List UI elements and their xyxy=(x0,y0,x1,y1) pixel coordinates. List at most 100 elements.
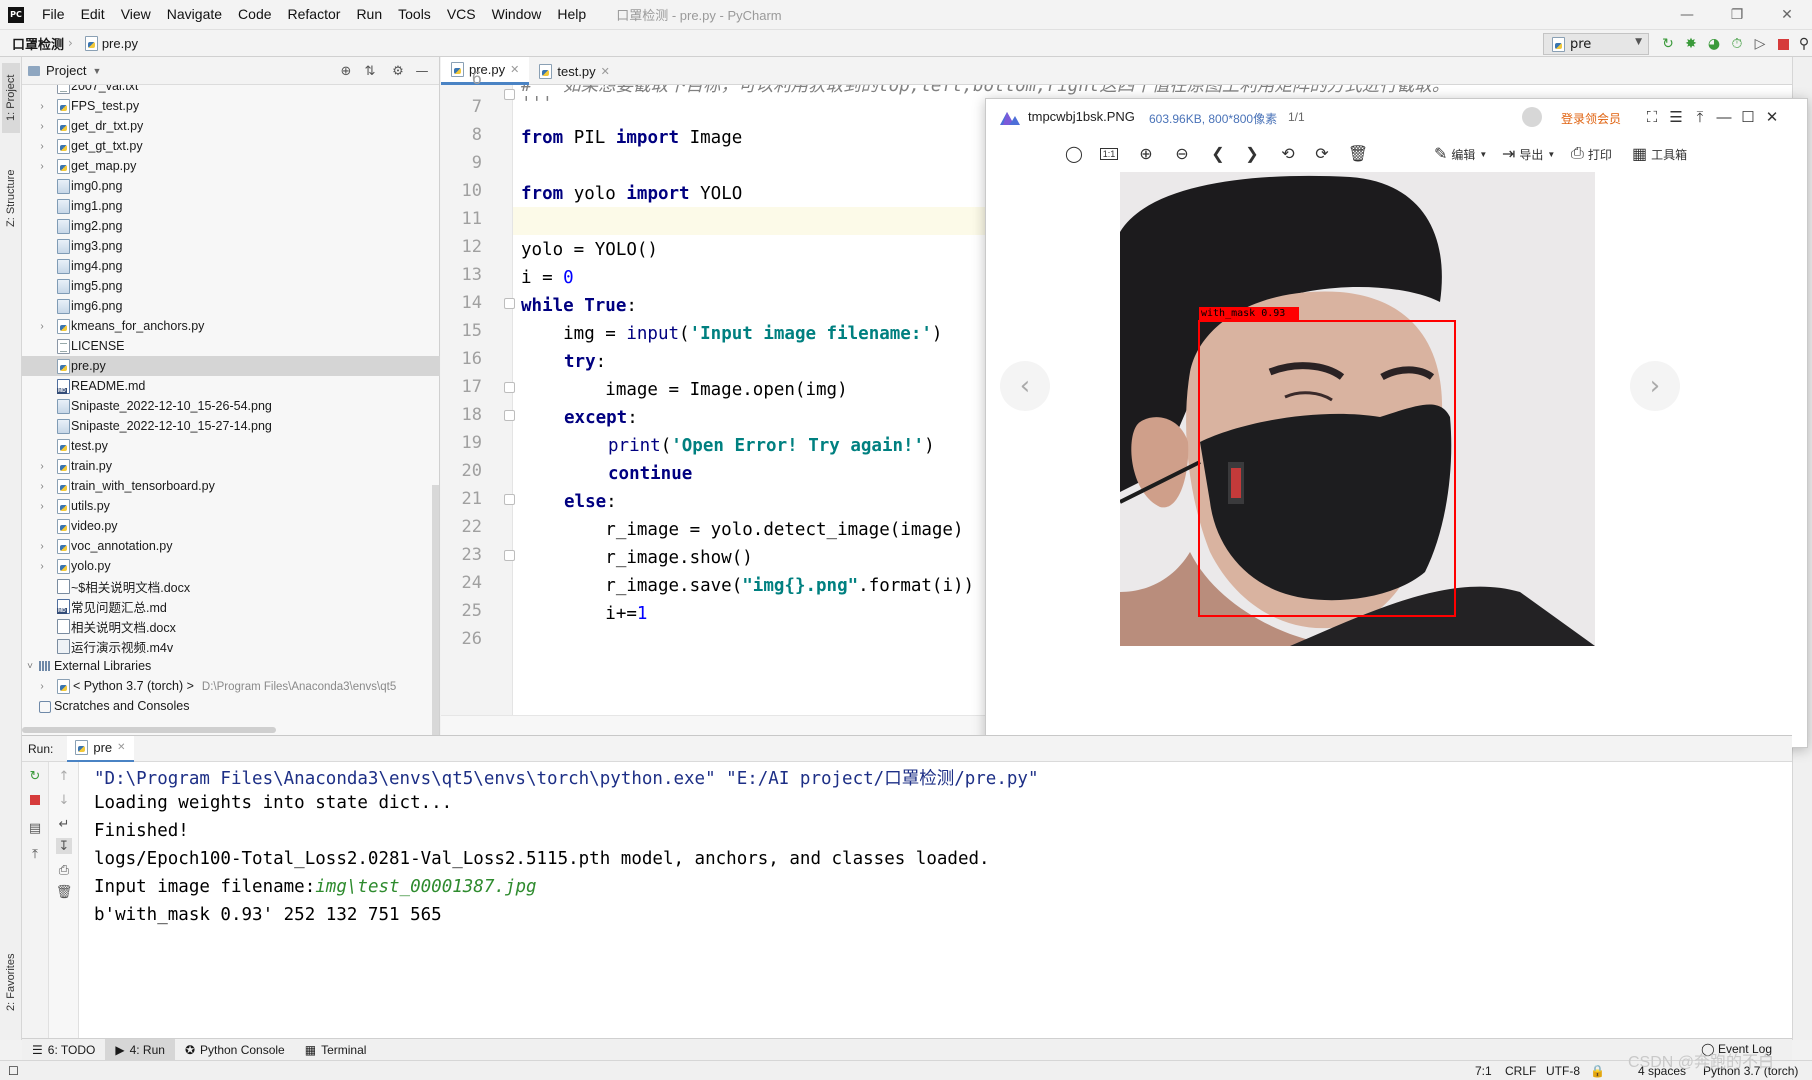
tree-item[interactable]: › train_with_tensorboard.py xyxy=(22,476,440,496)
menu-navigate[interactable]: Navigate xyxy=(159,0,230,29)
viewer-file-meta[interactable]: 603.96KB, 800*800像素 xyxy=(1149,110,1277,127)
close-icon[interactable]: ✕ xyxy=(1762,107,1782,127)
chevron-right-icon[interactable]: › xyxy=(36,161,48,172)
close-tab-icon[interactable]: ✕ xyxy=(510,63,519,76)
menu-view[interactable]: View xyxy=(113,0,159,29)
rerun-icon[interactable]: ↻ xyxy=(27,768,43,784)
status-bar-toggle-icon[interactable]: ☐ xyxy=(8,1064,19,1078)
print-icon[interactable]: ⎙ xyxy=(56,862,72,878)
chevron-down-icon[interactable]: ▼ xyxy=(92,66,101,76)
tree-item[interactable]: img2.png xyxy=(22,216,440,236)
menu-refactor[interactable]: Refactor xyxy=(280,0,349,29)
tree-item[interactable]: › yolo.py xyxy=(22,556,440,576)
run-configuration-select[interactable]: pre ▼ xyxy=(1543,33,1649,55)
restore-window-icon[interactable]: ❐ xyxy=(1712,0,1762,29)
minimize-icon[interactable]: — xyxy=(1714,107,1734,127)
scroll-to-end-icon[interactable]: ↧ xyxy=(56,838,72,854)
chevron-icon[interactable]: ˅ xyxy=(24,661,36,672)
tree-item[interactable]: Snipaste_2022-12-10_15-26-54.png xyxy=(22,396,440,416)
collapse-all-icon[interactable]: ⇅ xyxy=(362,63,378,79)
tree-item-python-sdk[interactable]: › < Python 3.7 (torch) > D:\Program Files\… xyxy=(22,676,440,696)
tree-item[interactable]: › get_gt_txt.py xyxy=(22,136,440,156)
project-horizontal-scrollbar[interactable] xyxy=(22,727,276,733)
file-encoding[interactable]: UTF-8 xyxy=(1546,1064,1580,1078)
menu-file[interactable]: File xyxy=(34,0,73,29)
tool-tab-python-console[interactable]: ✪ Python Console xyxy=(175,1039,295,1061)
tree-item[interactable]: LICENSE xyxy=(22,336,440,356)
next-image-button[interactable]: › xyxy=(1630,361,1680,411)
menu-vcs[interactable]: VCS xyxy=(439,0,484,29)
run-with-coverage-icon[interactable]: ◕ xyxy=(1706,36,1722,52)
actual-size-icon[interactable]: 1:1 xyxy=(1098,144,1120,164)
project-vertical-scrollbar[interactable] xyxy=(432,485,439,735)
tree-item[interactable]: README.md xyxy=(22,376,440,396)
tree-item[interactable]: img5.png xyxy=(22,276,440,296)
lock-icon[interactable]: 🔒 xyxy=(1590,1064,1605,1078)
tree-item[interactable]: pre.py xyxy=(22,356,440,376)
chevron-right-icon[interactable]: › xyxy=(36,541,48,552)
tree-item[interactable]: test.py xyxy=(22,436,440,456)
tree-item[interactable]: 2007_val.txt xyxy=(22,85,440,96)
previous-image-button[interactable]: ‹ xyxy=(1000,361,1050,411)
zoom-in-icon[interactable]: ⊕ xyxy=(1136,144,1156,164)
menu-code[interactable]: Code xyxy=(230,0,279,29)
tree-item[interactable]: 相关说明文档.docx xyxy=(22,616,440,636)
rotate-left-icon[interactable]: ⟲ xyxy=(1278,144,1298,164)
arrow-down-icon[interactable]: ↓ xyxy=(56,792,72,808)
editor-tab-test-py[interactable]: test.py ✕ xyxy=(529,57,620,85)
previous-icon[interactable]: ❮ xyxy=(1208,144,1228,164)
pin-icon[interactable]: ⤒ xyxy=(1690,107,1710,127)
mouse-mode-icon[interactable]: ◯ xyxy=(1064,144,1084,164)
tree-item[interactable]: img6.png xyxy=(22,296,440,316)
maximize-icon[interactable]: ☐ xyxy=(1738,107,1758,127)
tree-item[interactable]: img1.png xyxy=(22,196,440,216)
menu-tools[interactable]: Tools xyxy=(390,0,439,29)
tree-item[interactable]: › FPS_test.py xyxy=(22,96,440,116)
search-icon[interactable]: ⚲ xyxy=(1796,36,1812,52)
trash-icon[interactable]: 🗑 xyxy=(56,884,73,900)
fullscreen-icon[interactable]: ⛶ xyxy=(1642,107,1662,127)
toolbox-button[interactable]: ▦ 工具箱 xyxy=(1632,144,1687,164)
tree-item[interactable]: › voc_annotation.py xyxy=(22,536,440,556)
menu-help[interactable]: Help xyxy=(549,0,594,29)
tree-item[interactable]: ~$相关说明文档.docx xyxy=(22,576,440,596)
layout-icon[interactable]: ▤ xyxy=(27,820,43,836)
close-tab-icon[interactable]: ✕ xyxy=(117,742,125,753)
chevron-right-icon[interactable]: › xyxy=(36,101,48,112)
concurrency-icon[interactable]: ▷ xyxy=(1752,36,1768,52)
tool-tab-terminal[interactable]: ▦ Terminal xyxy=(295,1039,377,1061)
close-window-icon[interactable]: ✕ xyxy=(1762,0,1812,29)
cursor-position[interactable]: 7:1 xyxy=(1475,1064,1492,1078)
export-button[interactable]: ⇥ 导出 ▼ xyxy=(1502,144,1555,164)
tool-tab-favorites[interactable]: 2: Favorites xyxy=(2,937,20,1027)
tree-item-external-libraries[interactable]: ˅ External Libraries xyxy=(22,656,440,676)
tree-item[interactable]: img3.png xyxy=(22,236,440,256)
menu-edit[interactable]: Edit xyxy=(73,0,113,29)
breadcrumb-project[interactable]: 口罩检测 xyxy=(0,34,68,53)
tree-item[interactable]: › utils.py xyxy=(22,496,440,516)
close-tab-icon[interactable]: ✕ xyxy=(601,65,610,78)
tool-tab-run[interactable]: ▶ 4: Run xyxy=(105,1038,175,1061)
tree-item[interactable]: 运行演示视频.m4v xyxy=(22,636,440,656)
menu-window[interactable]: Window xyxy=(484,0,550,29)
tree-item[interactable]: video.py xyxy=(22,516,440,536)
edit-button[interactable]: ✎ 编辑 ▼ xyxy=(1434,144,1487,164)
soft-wrap-icon[interactable]: ↵ xyxy=(56,816,72,832)
tree-item[interactable]: › kmeans_for_anchors.py xyxy=(22,316,440,336)
tree-item[interactable]: 常见问题汇总.md xyxy=(22,596,440,616)
menu-run[interactable]: Run xyxy=(348,0,390,29)
next-icon[interactable]: ❯ xyxy=(1242,144,1262,164)
tree-item-scratches[interactable]: Scratches and Consoles xyxy=(22,696,440,716)
chevron-icon[interactable]: › xyxy=(36,681,48,692)
console-output[interactable]: "D:\Program Files\Anaconda3\envs\qt5\env… xyxy=(80,762,1792,1039)
delete-icon[interactable]: 🗑 xyxy=(1348,144,1368,164)
chevron-right-icon[interactable]: › xyxy=(36,321,48,332)
tool-tab-structure[interactable]: Z: Structure xyxy=(2,153,20,243)
tree-item[interactable]: › get_map.py xyxy=(22,156,440,176)
project-panel-title[interactable]: Project xyxy=(46,63,86,78)
stop-icon[interactable] xyxy=(27,792,43,808)
line-separator[interactable]: CRLF xyxy=(1505,1064,1536,1078)
gear-icon[interactable]: ⚙ xyxy=(390,63,406,79)
breadcrumb-file[interactable]: pre.py xyxy=(73,35,142,51)
locate-file-icon[interactable]: ⊕ xyxy=(338,63,354,79)
